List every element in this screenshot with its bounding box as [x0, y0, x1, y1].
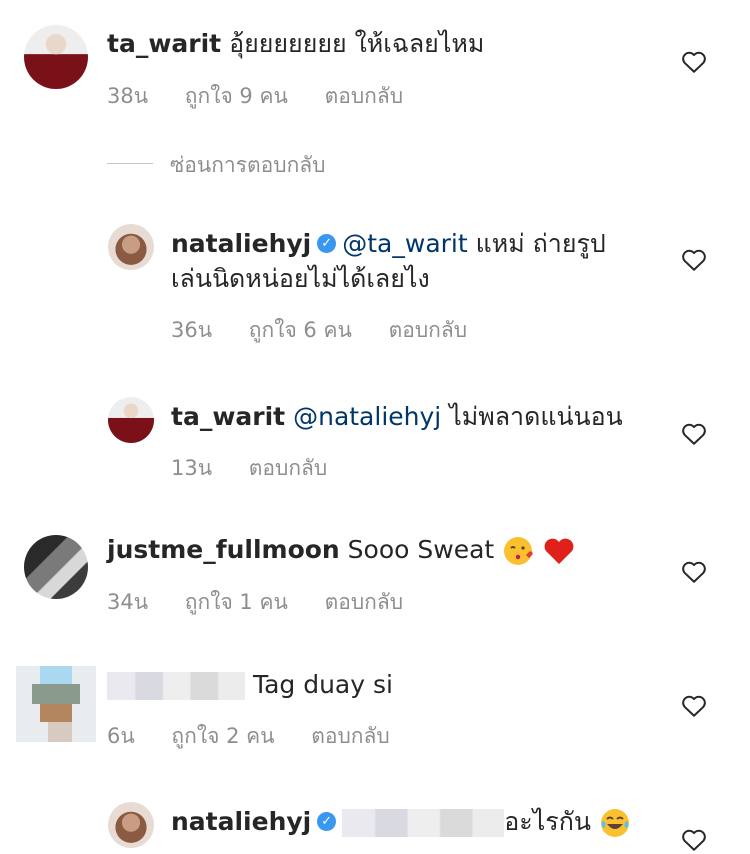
comment-text: อุ้ยยยยยยย ให้เฉลยไหม	[229, 29, 485, 58]
comment-time: 13น	[171, 456, 213, 480]
comment-username[interactable]: ta_warit	[171, 402, 285, 431]
avatar[interactable]	[16, 666, 96, 742]
comment-time: 38น	[107, 84, 149, 108]
tears-of-joy-emoji-icon	[600, 809, 629, 837]
avatar[interactable]	[24, 535, 88, 599]
blurred-mention	[342, 809, 505, 837]
comment-body: ta_warit อุ้ยยยยยยย ให้เฉลยไหม	[107, 27, 484, 61]
comment-body: justme_fullmoon Sooo Sweat	[107, 533, 576, 567]
comment-text: แหม่ ถ่ายรูป	[475, 229, 606, 258]
reply-button[interactable]: ตอบกลับ	[325, 590, 404, 614]
reply-button[interactable]: ตอบกลับ	[325, 84, 404, 108]
comment-meta: 13น ตอบกลับ	[171, 452, 357, 485]
comment-body: ta_warit @nataliehyj ไม่พลาดแน่นอน	[171, 400, 623, 434]
reply-button[interactable]: ตอบกลับ	[249, 456, 328, 480]
heart-outline-icon[interactable]	[681, 248, 707, 272]
heart-outline-icon[interactable]	[681, 694, 707, 718]
comment-body: Tag duay si	[107, 668, 393, 702]
comment-text: Sooo Sweat	[347, 535, 495, 564]
hide-replies-button[interactable]: ซ่อนการตอบกลับ	[170, 149, 326, 182]
comment-mention[interactable]: @ta_warit	[342, 229, 467, 258]
heart-outline-icon[interactable]	[681, 828, 707, 852]
likes-count[interactable]: ถูกใจ 6 คน	[249, 318, 352, 342]
comment-username[interactable]: nataliehyj	[171, 229, 311, 258]
comment-time: 34น	[107, 590, 149, 614]
reply-button[interactable]: ตอบกลับ	[389, 318, 468, 342]
reply-button[interactable]: ตอบกลับ	[311, 724, 390, 748]
comment-body: nataliehyj ✓ อะไรกัน	[171, 805, 631, 839]
avatar[interactable]	[108, 802, 154, 848]
heart-outline-icon[interactable]	[681, 560, 707, 584]
likes-count[interactable]: ถูกใจ 2 คน	[171, 724, 274, 748]
divider	[107, 163, 153, 164]
comment-username[interactable]: nataliehyj	[171, 807, 311, 836]
comment-time: 6น	[107, 724, 135, 748]
verified-badge-icon: ✓	[317, 811, 337, 831]
avatar[interactable]	[108, 397, 154, 443]
red-heart-emoji-icon	[544, 538, 574, 564]
likes-count[interactable]: ถูกใจ 9 คน	[185, 84, 288, 108]
comment-text: อะไรกัน	[504, 807, 591, 836]
blurred-username	[107, 672, 245, 700]
likes-count[interactable]: ถูกใจ 1 คน	[185, 590, 288, 614]
comment-meta: 38น ถูกใจ 9 คน ตอบกลับ	[107, 80, 433, 113]
comment-text: ไม่พลาดแน่นอน	[449, 402, 623, 431]
verified-badge-icon: ✓	[317, 233, 337, 253]
comment-meta: 6น ถูกใจ 2 คน ตอบกลับ	[107, 720, 420, 753]
comment-meta: 36น ถูกใจ 6 คน ตอบกลับ	[171, 314, 497, 347]
comment-text: Tag duay si	[252, 670, 393, 699]
comment-time: 36น	[171, 318, 213, 342]
heart-outline-icon[interactable]	[681, 50, 707, 74]
comment-mention[interactable]: @nataliehyj	[293, 402, 441, 431]
comment-username[interactable]: justme_fullmoon	[107, 535, 340, 564]
comment-meta: 34น ถูกใจ 1 คน ตอบกลับ	[107, 586, 433, 619]
avatar[interactable]	[108, 224, 154, 270]
comment-body: nataliehyj ✓ @ta_warit แหม่ ถ่ายรูป	[171, 227, 606, 261]
comment-username[interactable]: ta_warit	[107, 29, 221, 58]
comment-text-continued: เล่นนิดหน่อยไม่ได้เลยไง	[171, 264, 430, 293]
kiss-emoji-icon	[504, 537, 533, 565]
heart-outline-icon[interactable]	[681, 422, 707, 446]
avatar[interactable]	[24, 25, 88, 89]
